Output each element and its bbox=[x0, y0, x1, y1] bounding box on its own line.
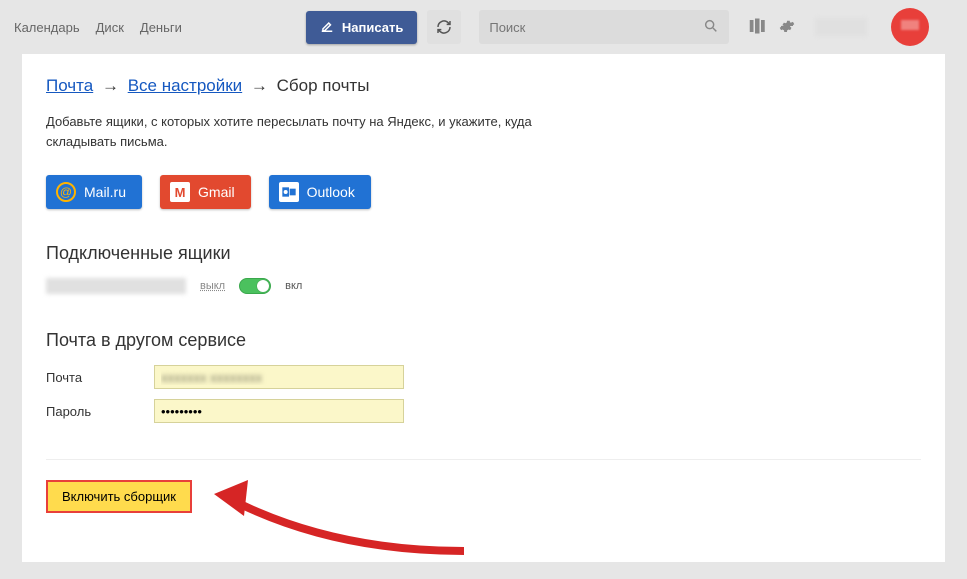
password-label: Пароль bbox=[46, 404, 154, 419]
nav-disk[interactable]: Диск bbox=[96, 20, 124, 35]
enable-collector-button[interactable]: Включить сборщик bbox=[46, 480, 192, 513]
other-service-heading: Почта в другом сервисе bbox=[46, 330, 921, 351]
toggle-off-label[interactable]: выкл bbox=[200, 280, 225, 292]
provider-outlook-button[interactable]: Outlook bbox=[269, 175, 371, 209]
divider bbox=[46, 459, 921, 460]
compose-icon bbox=[320, 19, 334, 36]
search-input[interactable] bbox=[489, 20, 703, 35]
provider-buttons: Mail.ru M Gmail Outlook bbox=[46, 175, 921, 209]
compose-button[interactable]: Написать bbox=[306, 11, 417, 44]
provider-label: Mail.ru bbox=[84, 184, 126, 200]
password-field[interactable] bbox=[154, 399, 404, 423]
connected-account-row: выкл вкл bbox=[46, 278, 921, 294]
gear-icon[interactable] bbox=[779, 18, 795, 37]
provider-gmail-button[interactable]: M Gmail bbox=[160, 175, 251, 209]
breadcrumb-current: Сбор почты bbox=[277, 76, 370, 95]
username-redacted bbox=[815, 18, 867, 36]
email-field[interactable] bbox=[154, 365, 404, 389]
compose-label: Написать bbox=[342, 20, 403, 35]
top-bar: Календарь Диск Деньги Написать bbox=[0, 0, 967, 54]
connected-heading: Подключенные ящики bbox=[46, 243, 921, 264]
password-row: Пароль bbox=[46, 399, 921, 423]
breadcrumb-arrow: → bbox=[102, 76, 119, 95]
nav-money[interactable]: Деньги bbox=[140, 20, 182, 35]
toggle-on-label: вкл bbox=[285, 280, 302, 292]
email-label: Почта bbox=[46, 370, 154, 385]
provider-label: Gmail bbox=[198, 184, 235, 200]
account-email-redacted bbox=[46, 278, 186, 294]
header-tools bbox=[749, 8, 929, 46]
nav-calendar[interactable]: Календарь bbox=[14, 20, 80, 35]
account-toggle[interactable] bbox=[239, 278, 271, 294]
settings-panel: Почта → Все настройки → Сбор почты Добав… bbox=[22, 54, 945, 562]
annotation-arrow bbox=[214, 476, 474, 556]
breadcrumb: Почта → Все настройки → Сбор почты bbox=[46, 76, 921, 96]
breadcrumb-all-settings[interactable]: Все настройки bbox=[128, 76, 242, 95]
provider-label: Outlook bbox=[307, 184, 355, 200]
mailru-icon bbox=[56, 182, 76, 202]
provider-mailru-button[interactable]: Mail.ru bbox=[46, 175, 142, 209]
page-description: Добавьте ящики, с которых хотите пересыл… bbox=[46, 112, 576, 151]
email-row: Почта bbox=[46, 365, 921, 389]
search-box[interactable] bbox=[479, 10, 729, 44]
refresh-icon bbox=[436, 19, 452, 35]
breadcrumb-arrow: → bbox=[251, 76, 268, 95]
outlook-icon bbox=[279, 182, 299, 202]
nav-links: Календарь Диск Деньги bbox=[14, 20, 182, 35]
refresh-button[interactable] bbox=[427, 10, 461, 44]
search-icon[interactable] bbox=[703, 18, 719, 37]
gmail-icon: M bbox=[170, 182, 190, 202]
themes-icon[interactable] bbox=[749, 18, 767, 37]
avatar[interactable] bbox=[891, 8, 929, 46]
breadcrumb-mail[interactable]: Почта bbox=[46, 76, 93, 95]
